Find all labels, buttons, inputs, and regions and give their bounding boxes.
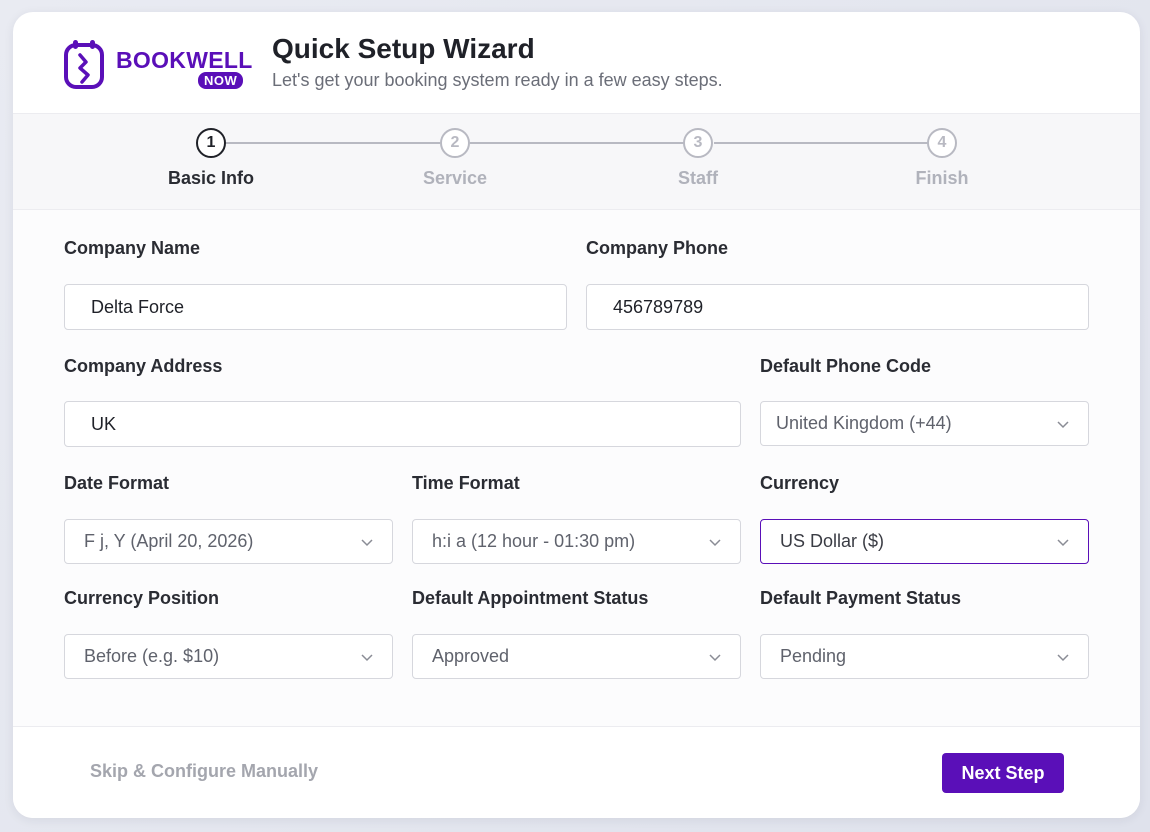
- basic-info-form: Company Name Company Phone Company Addre…: [13, 210, 1140, 726]
- wizard-footer: Skip & Configure Manually Next Step: [13, 726, 1140, 818]
- setup-wizard-card: BOOKWELL NOW Quick Setup Wizard Let's ge…: [13, 12, 1140, 818]
- select-value: Approved: [432, 646, 510, 666]
- default-appointment-status-select[interactable]: Approved: [412, 634, 741, 679]
- company-phone-input[interactable]: [586, 284, 1089, 330]
- chevron-down-icon: [1057, 421, 1069, 429]
- company-address-label: Company Address: [64, 356, 223, 376]
- company-name-input[interactable]: [64, 284, 567, 330]
- wizard-header: BOOKWELL NOW Quick Setup Wizard Let's ge…: [13, 12, 1140, 113]
- step-finish[interactable]: 4 Finish: [862, 128, 1022, 189]
- page-title: Quick Setup Wizard: [272, 33, 535, 64]
- company-phone-label: Company Phone: [586, 238, 729, 258]
- select-value: United Kingdom (+44): [776, 413, 952, 433]
- step-label: Staff: [678, 168, 718, 188]
- step-number: 4: [927, 128, 957, 158]
- select-value: Before (e.g. $10): [84, 646, 220, 666]
- currency-select[interactable]: US Dollar ($): [760, 519, 1089, 564]
- company-name-label: Company Name: [64, 238, 201, 258]
- chevron-down-icon: [709, 539, 721, 547]
- brand-name: BOOKWELL: [116, 47, 253, 73]
- default-phone-code-select[interactable]: United Kingdom (+44): [760, 401, 1089, 446]
- default-appointment-status-label: Default Appointment Status: [412, 588, 649, 608]
- currency-position-label: Currency Position: [64, 588, 220, 608]
- chevron-down-icon: [709, 654, 721, 662]
- step-staff[interactable]: 3 Staff: [618, 128, 778, 189]
- step-label: Finish: [915, 168, 969, 188]
- next-step-button[interactable]: Next Step: [942, 753, 1064, 793]
- select-value: h:i a (12 hour - 01:30 pm): [432, 531, 636, 551]
- default-phone-code-label: Default Phone Code: [760, 356, 932, 376]
- chevron-down-icon: [1057, 539, 1069, 547]
- time-format-select[interactable]: h:i a (12 hour - 01:30 pm): [412, 519, 741, 564]
- select-value: F j, Y (April 20, 2026): [84, 531, 254, 551]
- page-subtitle: Let's get your booking system ready in a…: [272, 70, 723, 90]
- wizard-stepper: 1 Basic Info 2 Service 3 Staff 4 Finish: [13, 113, 1140, 210]
- company-address-input[interactable]: [64, 401, 741, 447]
- date-format-label: Date Format: [64, 473, 170, 493]
- step-basic-info[interactable]: 1 Basic Info: [131, 128, 291, 189]
- step-label: Basic Info: [167, 168, 255, 188]
- step-number: 1: [196, 128, 226, 158]
- brand-badge: NOW: [198, 72, 244, 89]
- skip-configure-link[interactable]: Skip & Configure Manually: [90, 761, 318, 782]
- select-value: Pending: [780, 646, 847, 666]
- select-value: US Dollar ($): [780, 531, 885, 551]
- currency-position-select[interactable]: Before (e.g. $10): [64, 634, 393, 679]
- currency-label: Currency: [760, 473, 840, 493]
- step-service[interactable]: 2 Service: [375, 128, 535, 189]
- brand-logo: BOOKWELL NOW: [63, 39, 252, 93]
- date-format-select[interactable]: F j, Y (April 20, 2026): [64, 519, 393, 564]
- step-label: Service: [422, 168, 488, 188]
- step-number: 2: [440, 128, 470, 158]
- chevron-down-icon: [1057, 654, 1069, 662]
- time-format-label: Time Format: [412, 473, 520, 493]
- bookwell-logo-icon: [64, 40, 104, 89]
- chevron-down-icon: [361, 654, 373, 662]
- chevron-down-icon: [361, 539, 373, 547]
- default-payment-status-select[interactable]: Pending: [760, 634, 1089, 679]
- step-number: 3: [683, 128, 713, 158]
- default-payment-status-label: Default Payment Status: [760, 588, 962, 608]
